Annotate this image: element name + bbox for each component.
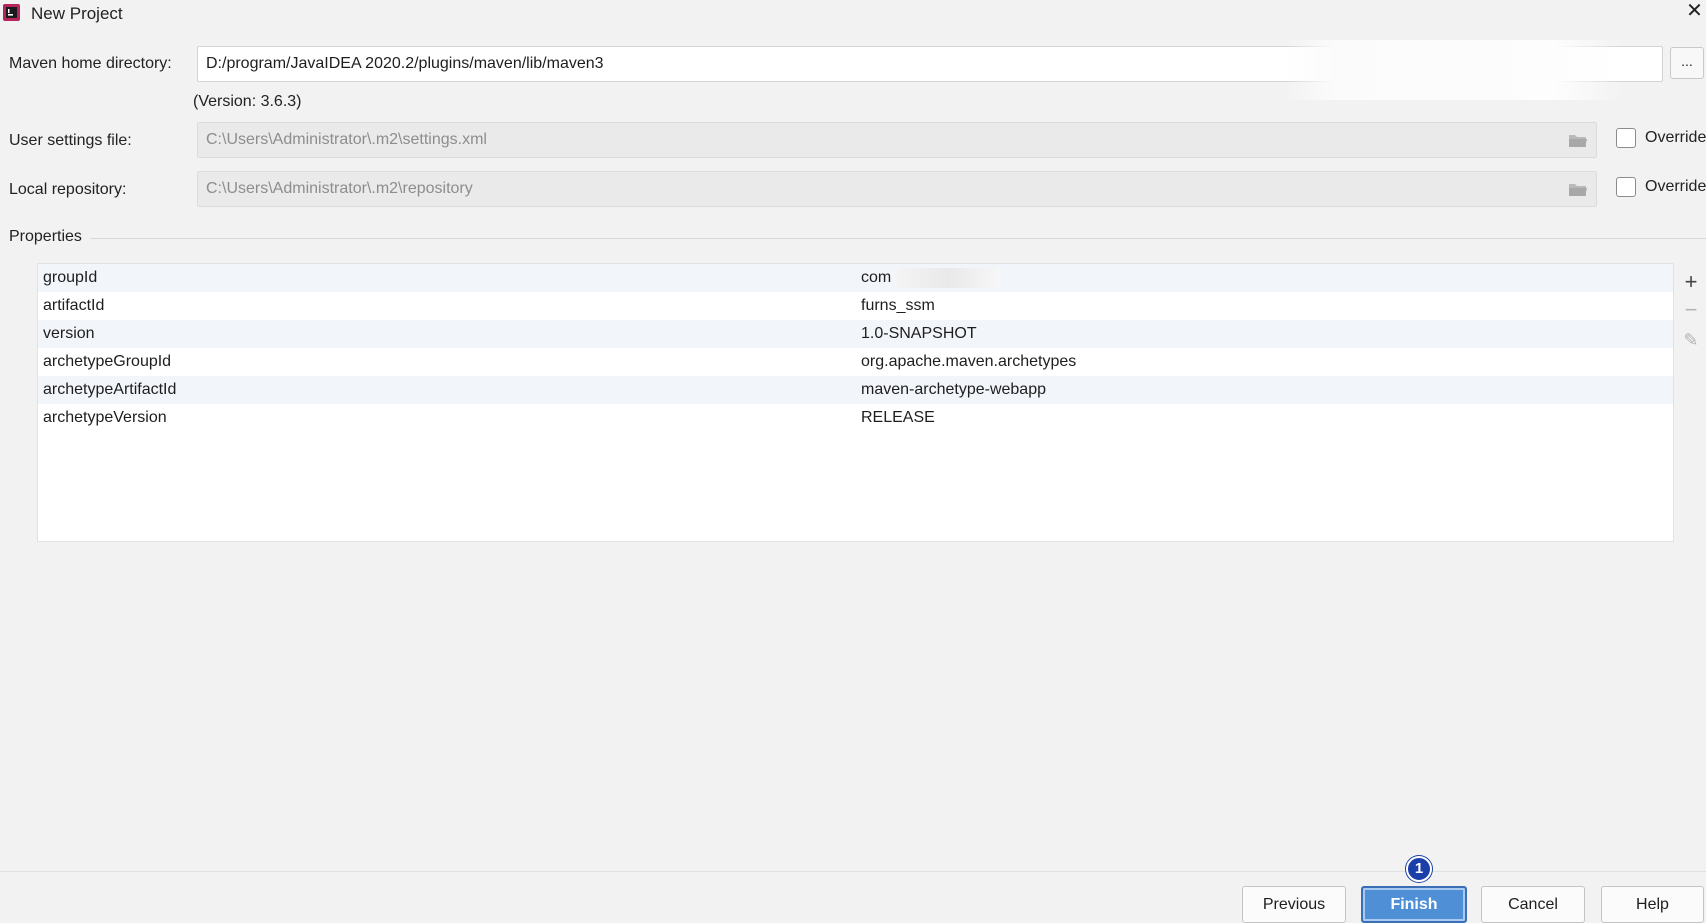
property-key: groupId (43, 269, 98, 286)
property-value: 1.0-SNAPSHOT (861, 325, 977, 342)
table-row[interactable]: archetypeArtifactId maven-archetype-weba… (38, 376, 1673, 404)
table-row[interactable]: archetypeGroupId org.apache.maven.archet… (38, 348, 1673, 376)
help-button[interactable]: Help (1601, 886, 1704, 923)
property-key: artifactId (43, 297, 105, 314)
cancel-button[interactable]: Cancel (1481, 886, 1585, 923)
user-settings-override-checkbox[interactable] (1616, 128, 1636, 148)
property-value: org.apache.maven.archetypes (861, 353, 1077, 370)
table-row[interactable]: version 1.0-SNAPSHOT (38, 320, 1673, 348)
footer-divider (0, 871, 1706, 872)
browse-button[interactable]: ... (1670, 47, 1704, 79)
local-repo-input[interactable]: C:\Users\Administrator\.m2\repository (197, 171, 1597, 207)
table-row[interactable]: artifactId furns_ssm (38, 292, 1673, 320)
local-repo-label: Local repository: (9, 181, 127, 198)
property-value: maven-archetype-webapp (861, 381, 1046, 398)
redacted-area (896, 268, 1000, 288)
local-repo-value: C:\Users\Administrator\.m2\repository (206, 180, 473, 197)
maven-version-note: (Version: 3.6.3) (193, 93, 302, 110)
title-bar: New Project ✕ (0, 0, 1706, 28)
user-settings-value: C:\Users\Administrator\.m2\settings.xml (206, 131, 487, 148)
user-settings-override-label: Override (1645, 129, 1706, 146)
property-value: RELEASE (861, 409, 935, 426)
property-value: com (861, 269, 892, 286)
local-repo-override-label: Override (1645, 178, 1706, 195)
redacted-area (1284, 40, 1624, 100)
remove-icon[interactable]: − (1680, 299, 1702, 321)
user-settings-input[interactable]: C:\Users\Administrator\.m2\settings.xml (197, 122, 1597, 158)
property-value: furns_ssm (861, 297, 935, 314)
properties-toolbar: + − ✎ (1676, 263, 1706, 383)
properties-title: Properties (9, 228, 90, 246)
step-number-badge: 1 (1406, 856, 1432, 882)
property-key: archetypeArtifactId (43, 381, 177, 398)
previous-button[interactable]: Previous (1242, 886, 1346, 923)
folder-icon[interactable] (1568, 133, 1588, 148)
edit-icon[interactable]: ✎ (1680, 329, 1702, 351)
finish-button[interactable]: Finish (1361, 886, 1467, 923)
folder-icon[interactable] (1568, 182, 1588, 197)
table-row[interactable]: groupId com (38, 264, 1673, 292)
local-repo-override-checkbox[interactable] (1616, 177, 1636, 197)
section-divider (9, 238, 1706, 239)
table-row[interactable]: archetypeVersion RELEASE (38, 404, 1673, 432)
user-settings-label: User settings file: (9, 132, 132, 149)
property-key: archetypeVersion (43, 409, 167, 426)
property-key: version (43, 325, 95, 342)
intellij-app-icon (3, 4, 20, 21)
maven-home-value: D:/program/JavaIDEA 2020.2/plugins/maven… (206, 55, 604, 72)
maven-home-label: Maven home directory: (9, 55, 172, 72)
properties-table[interactable]: groupId com artifactId furns_ssm version… (37, 263, 1674, 542)
property-key: archetypeGroupId (43, 353, 172, 370)
window-title: New Project (31, 4, 123, 23)
close-icon[interactable]: ✕ (1683, 0, 1706, 24)
add-icon[interactable]: + (1680, 271, 1702, 293)
